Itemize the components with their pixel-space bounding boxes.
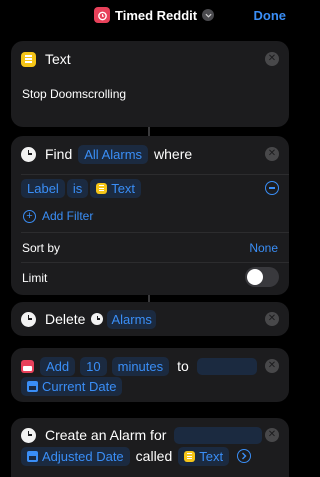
limit-label: Limit (22, 271, 48, 285)
alarm-label-value: Text (199, 448, 224, 464)
adjusted-date-label: Adjusted Date (42, 448, 124, 464)
current-date-token[interactable]: Current Date (21, 377, 123, 396)
alarm-label-token[interactable]: Text (178, 446, 230, 466)
text-icon (184, 450, 196, 462)
filter-operator-token[interactable]: is (66, 178, 89, 198)
chevron-right-icon[interactable] (237, 449, 252, 463)
alarm-app-icon (94, 7, 110, 23)
remove-action-icon[interactable]: ✕ (265, 359, 279, 373)
filter-value-label: Text (111, 180, 136, 196)
date-row: Current Date (21, 377, 123, 396)
create-alarm-title: Create an Alarm for (45, 427, 167, 443)
delete-verb: Delete (45, 311, 86, 327)
adjust-date-card[interactable]: Add 10 minutes to ✕ Current Date (11, 348, 289, 402)
add-filter-label: Add Filter (42, 209, 94, 223)
action-connector (148, 127, 150, 136)
calendar-icon (27, 381, 38, 392)
create-alarm-card[interactable]: Create an Alarm for ✕ Adjusted Date call… (11, 418, 289, 477)
text-content[interactable]: Stop Doomscrolling (22, 87, 126, 101)
to-text: to (177, 358, 189, 374)
chevron-down-icon[interactable] (202, 9, 215, 21)
filter-value-token[interactable]: Text (90, 178, 142, 198)
alarms-variable-label: Alarms (107, 309, 156, 329)
find-verb: Find (45, 146, 73, 162)
alarms-subject-token[interactable]: All Alarms (78, 144, 149, 164)
clock-icon (21, 427, 36, 443)
alarms-variable-token[interactable]: Alarms (91, 309, 156, 329)
add-filter-button[interactable]: + Add Filter (23, 209, 93, 223)
empty-parameter-slot[interactable] (174, 426, 263, 444)
clock-icon (21, 311, 36, 327)
action-connector (148, 295, 150, 302)
sort-by-label: Sort by (22, 241, 61, 255)
navigation-bar: Timed Reddit Done (0, 0, 300, 32)
text-action-title: Text (45, 51, 71, 67)
clock-icon (21, 146, 36, 162)
done-button[interactable]: Done (254, 8, 287, 23)
current-date-label: Current Date (42, 379, 117, 394)
remove-action-icon[interactable]: ✕ (265, 52, 279, 66)
delete-alarms-card[interactable]: Delete Alarms ✕ (11, 302, 289, 336)
alarm-params-row: Adjusted Date called Text (21, 446, 252, 466)
remove-filter-icon[interactable] (265, 181, 279, 195)
where-text: where (154, 146, 193, 162)
remove-action-icon[interactable]: ✕ (265, 428, 279, 442)
calendar-icon (27, 450, 38, 462)
called-text: called (135, 448, 173, 464)
calendar-icon (21, 359, 34, 373)
unit-token[interactable]: minutes (111, 356, 170, 376)
text-icon (21, 51, 36, 67)
text-action-card[interactable]: Text ✕ Stop Doomscrolling (11, 41, 289, 127)
empty-parameter-slot[interactable] (196, 357, 257, 375)
amount-token[interactable]: 10 (80, 356, 107, 376)
shortcut-title-menu[interactable]: Timed Reddit (94, 6, 215, 24)
divider (21, 232, 289, 233)
clock-icon (91, 313, 104, 325)
sort-by-value[interactable]: None (249, 241, 278, 255)
adjusted-date-token[interactable]: Adjusted Date (21, 446, 130, 466)
operation-token[interactable]: Add (40, 356, 76, 376)
divider (21, 262, 289, 263)
plus-circle-icon: + (23, 209, 36, 223)
find-alarms-card[interactable]: Find All Alarms where ✕ Label is Text + … (11, 136, 289, 295)
remove-action-icon[interactable]: ✕ (265, 147, 279, 161)
remove-action-icon[interactable]: ✕ (265, 312, 279, 326)
filter-row: Label is Text (21, 178, 142, 198)
text-icon (96, 182, 108, 194)
shortcut-title: Timed Reddit (115, 7, 198, 23)
divider (21, 174, 289, 175)
limit-toggle[interactable] (245, 267, 279, 287)
filter-field-token[interactable]: Label (21, 178, 65, 198)
